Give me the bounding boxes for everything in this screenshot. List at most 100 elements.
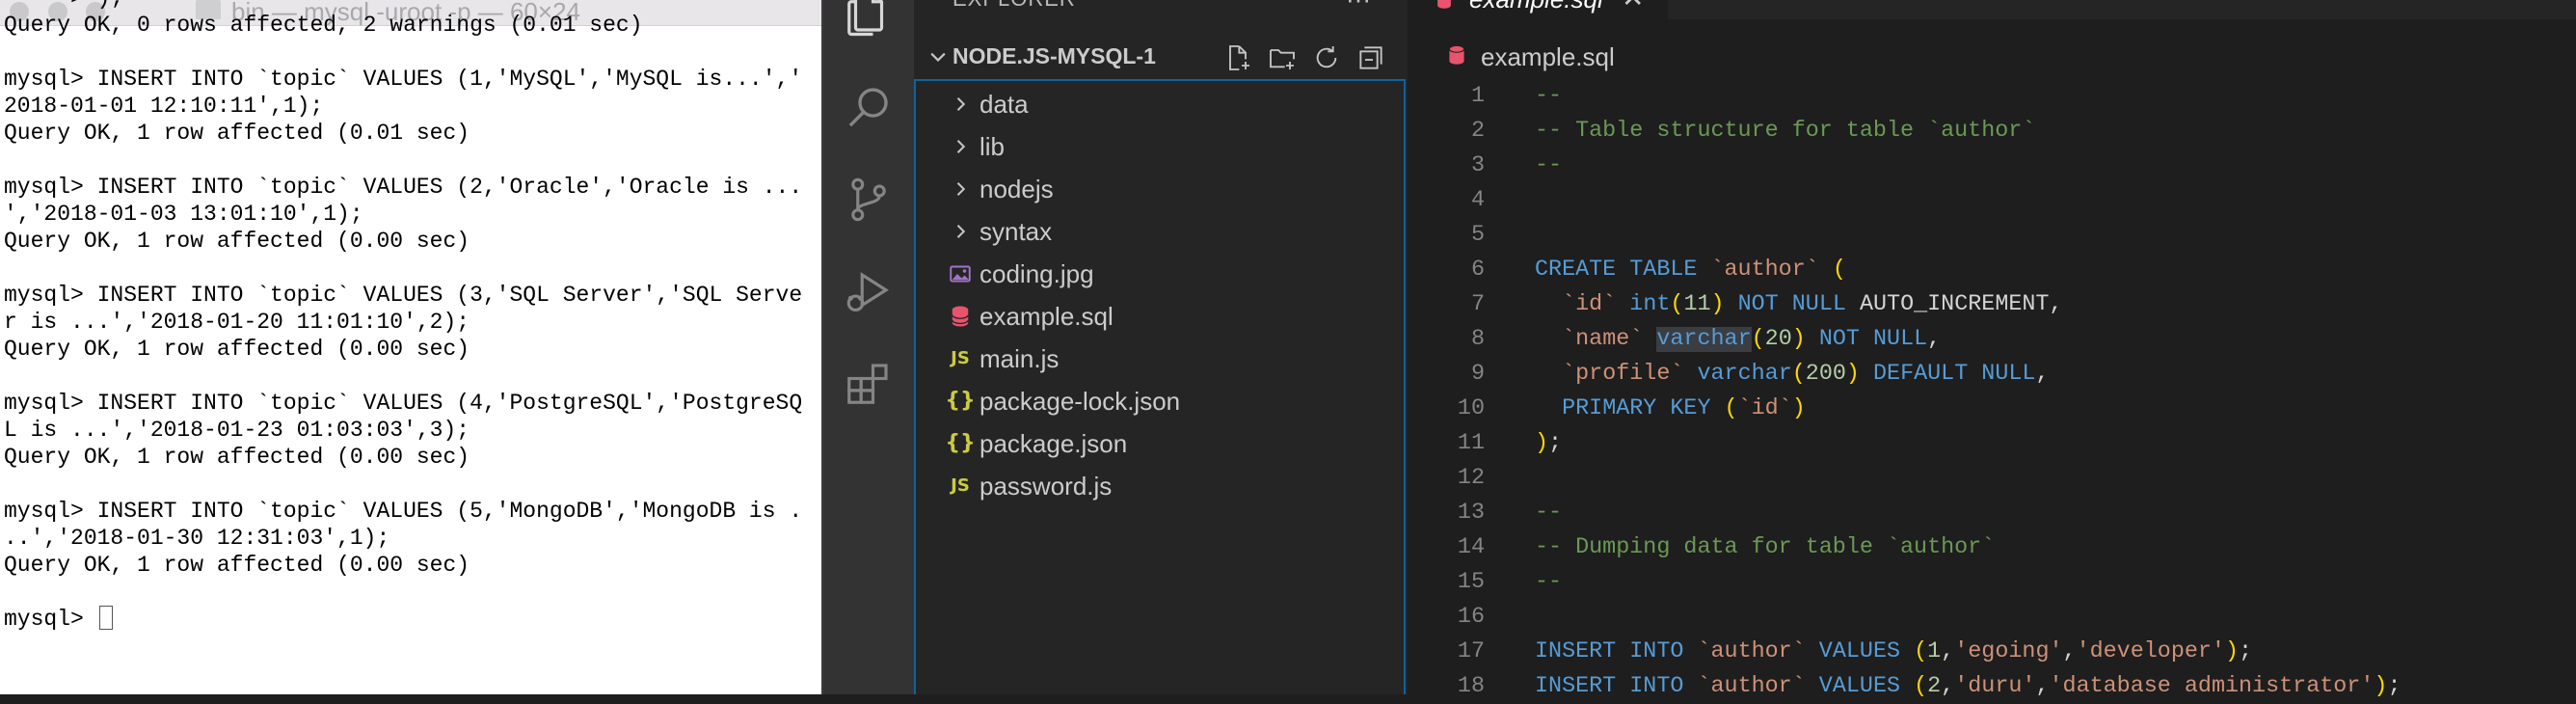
code-token: int bbox=[1629, 292, 1671, 317]
code-token: INSERT INTO bbox=[1535, 639, 1684, 664]
tree-item-main-js[interactable]: JS main.js bbox=[916, 338, 1406, 380]
code-line: 5 bbox=[1408, 218, 2576, 253]
code-token: ; bbox=[1548, 431, 1563, 456]
tree-item-example-sql[interactable]: example.sql bbox=[916, 295, 1406, 338]
database-file-icon bbox=[1448, 44, 1465, 65]
new-folder-icon[interactable] bbox=[1267, 42, 1298, 73]
tab-bar: example.sql ✕ bbox=[1408, 0, 2576, 19]
code-token: ) bbox=[1845, 362, 1860, 387]
terminal-line: mysql> INSERT INTO `topic` VALUES (4,'Po… bbox=[4, 391, 803, 416]
new-file-icon[interactable] bbox=[1222, 42, 1253, 73]
code-token: -- Dumping data for table `author` bbox=[1535, 535, 1996, 560]
explorer-header: EXPLORER bbox=[953, 0, 1076, 12]
terminal-line: Query OK, 0 rows affected, 2 warnings (0… bbox=[4, 13, 643, 38]
terminal-line: Query OK, 1 row affected (0.00 sec) bbox=[4, 337, 470, 362]
code-editor[interactable]: 1 -- 2 -- Table structure for table `author… bbox=[1408, 79, 2576, 704]
terminal-line: Query OK, 1 row affected (0.00 sec) bbox=[4, 229, 470, 254]
tree-item-nodejs[interactable]: nodejs bbox=[916, 168, 1406, 210]
code-text: ); bbox=[1535, 426, 1562, 461]
code-token: ) bbox=[2224, 639, 2240, 664]
extensions-icon[interactable] bbox=[843, 357, 895, 409]
search-icon[interactable] bbox=[843, 81, 895, 133]
code-token: ) bbox=[1535, 431, 1549, 456]
code-token: ) bbox=[1791, 327, 1806, 352]
files-icon[interactable] bbox=[843, 0, 895, 39]
code-text: CREATE TABLE `author` ( bbox=[1535, 253, 1846, 287]
code-token: NOT NULL bbox=[1818, 327, 1928, 352]
editor-pane: example.sql ✕ example.sql 1 -- 2 -- Table s… bbox=[1408, 0, 2576, 699]
tree-item-data[interactable]: data bbox=[916, 83, 1406, 125]
line-number: 15 bbox=[1457, 570, 1485, 595]
tree-item-package-lock-json[interactable]: {} package-lock.json bbox=[916, 380, 1406, 422]
source-control-icon[interactable] bbox=[843, 174, 895, 226]
refresh-icon[interactable] bbox=[1311, 42, 1342, 73]
project-section-header[interactable]: NODE.JS-MYSQL-1 bbox=[914, 39, 1408, 75]
code-line: 2 -- Table structure for table `author` bbox=[1408, 114, 2576, 149]
terminal-line: r is ...','2018-01-20 11:01:10',2); bbox=[4, 310, 470, 335]
code-token: `author` bbox=[1697, 674, 1806, 699]
close-tab-button[interactable]: ✕ bbox=[1622, 0, 1644, 14]
line-number: 7 bbox=[1470, 292, 1485, 317]
tree-item-label: syntax bbox=[979, 217, 1053, 246]
line-number: 12 bbox=[1457, 466, 1485, 491]
more-actions-button[interactable]: ··· bbox=[1346, 0, 1371, 14]
code-token: -- bbox=[1535, 153, 1563, 178]
code-line: 8 `name` varchar(20) NOT NULL, bbox=[1408, 322, 2576, 357]
terminal-prompt-line[interactable]: mysql> bbox=[4, 606, 821, 633]
terminal-line: ..','2018-01-30 12:31:03',1); bbox=[4, 526, 390, 551]
code-text: -- bbox=[1535, 496, 1562, 530]
code-line: 10 PRIMARY KEY (`id`) bbox=[1408, 392, 2576, 426]
terminal-window[interactable]: bin — mysql -uroot -p — 60×24 -> );Query… bbox=[0, 0, 821, 694]
code-text: `name` varchar(20) NOT NULL, bbox=[1535, 322, 1941, 357]
code-line: 16 bbox=[1408, 600, 2576, 635]
code-line: 1 -- bbox=[1408, 79, 2576, 114]
line-number: 8 bbox=[1470, 327, 1485, 352]
terminal-line: mysql> INSERT INTO `topic` VALUES (5,'Mo… bbox=[4, 499, 803, 524]
terminal-line: L is ...','2018-01-23 01:03:03',3); bbox=[4, 418, 470, 443]
code-token: ; bbox=[2387, 674, 2402, 699]
line-number: 11 bbox=[1457, 431, 1485, 456]
terminal-cursor bbox=[98, 606, 113, 630]
tree-item-lib[interactable]: lib bbox=[916, 125, 1406, 168]
code-text: INSERT INTO `author` VALUES (1,'egoing',… bbox=[1535, 635, 2252, 669]
code-token: , bbox=[1941, 639, 1955, 664]
database-file-icon bbox=[1437, 0, 1451, 9]
code-text: INSERT INTO `author` VALUES (2,'duru','d… bbox=[1535, 669, 2401, 704]
code-token: ( bbox=[1724, 396, 1738, 421]
collapse-all-icon[interactable] bbox=[1355, 42, 1386, 73]
code-token: `author` bbox=[1697, 639, 1806, 664]
image-file-icon bbox=[945, 260, 976, 287]
tree-item-password-js[interactable]: JS password.js bbox=[916, 465, 1406, 507]
chevron-down-icon bbox=[930, 52, 946, 62]
code-text: -- bbox=[1535, 565, 1562, 600]
code-text: -- bbox=[1535, 79, 1562, 114]
code-line: 11); bbox=[1408, 426, 2576, 461]
code-line: 3 -- bbox=[1408, 149, 2576, 183]
tree-item-package-json[interactable]: {} package.json bbox=[916, 422, 1406, 465]
line-number: 16 bbox=[1457, 605, 1485, 630]
tree-item-label: main.js bbox=[979, 344, 1060, 373]
tree-item-syntax[interactable]: syntax bbox=[916, 210, 1406, 253]
chevron-right-icon bbox=[951, 95, 970, 114]
tree-item-label: coding.jpg bbox=[979, 259, 1094, 288]
code-token: -- bbox=[1535, 570, 1563, 595]
terminal-line: 2018-01-01 12:10:11',1); bbox=[4, 94, 324, 119]
tree-item-coding-jpg[interactable]: coding.jpg bbox=[916, 253, 1406, 295]
code-token: 11 bbox=[1683, 292, 1711, 317]
run-debug-icon[interactable] bbox=[843, 266, 895, 318]
terminal-output[interactable]: -> );Query OK, 0 rows affected, 2 warnin… bbox=[4, 0, 821, 633]
code-line: 15 -- bbox=[1408, 565, 2576, 600]
line-number: 18 bbox=[1457, 674, 1485, 699]
code-token: 'egoing' bbox=[1954, 639, 2063, 664]
tab-example-sql[interactable]: example.sql ✕ bbox=[1408, 0, 1668, 19]
code-token: ; bbox=[2239, 639, 2253, 664]
